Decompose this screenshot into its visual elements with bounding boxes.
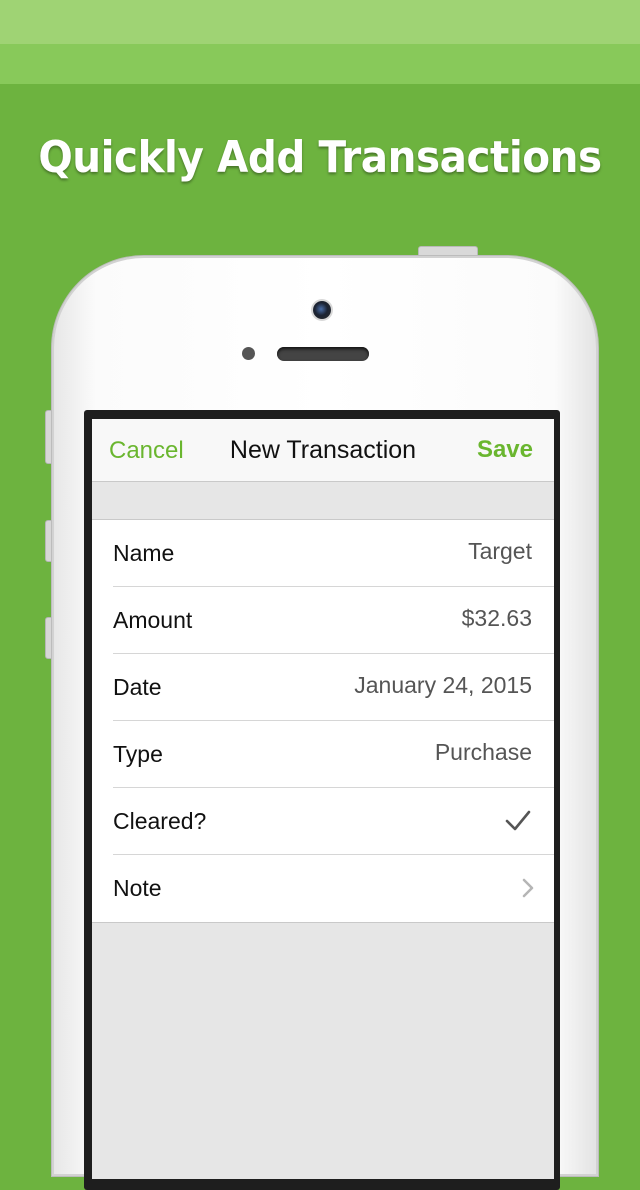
phone-frame: Cancel New Transaction Save Name Target … [52, 256, 598, 1190]
type-row[interactable]: Type Purchase [92, 721, 554, 788]
promo-headline: Quickly Add Transactions [38, 132, 602, 183]
amount-row[interactable]: Amount $32.63 [92, 587, 554, 654]
proximity-sensor [242, 347, 255, 360]
date-value: January 24, 2015 [354, 672, 532, 698]
name-row[interactable]: Name Target [92, 520, 554, 587]
save-button[interactable]: Save [477, 436, 533, 464]
type-label: Type [113, 741, 163, 767]
app-screen: Cancel New Transaction Save Name Target … [92, 419, 554, 1179]
date-label: Date [113, 674, 162, 700]
cleared-row[interactable]: Cleared? [92, 788, 554, 855]
note-label: Note [113, 875, 162, 901]
top-band-lower [0, 44, 640, 84]
earpiece-speaker [277, 347, 369, 361]
camera-icon [313, 301, 331, 319]
date-row[interactable]: Date January 24, 2015 [92, 654, 554, 721]
checkmark-icon [505, 810, 531, 831]
name-value: Target [468, 538, 532, 564]
top-band [0, 0, 640, 44]
amount-label: Amount [113, 607, 193, 633]
amount-value: $32.63 [461, 605, 532, 631]
cleared-label: Cleared? [113, 808, 207, 834]
name-label: Name [113, 540, 175, 566]
type-value: Purchase [434, 739, 532, 765]
chevron-right-icon [522, 878, 534, 898]
cancel-button[interactable]: Cancel [109, 437, 184, 465]
navigation-bar: Cancel New Transaction Save [92, 419, 554, 482]
note-row[interactable]: Note [92, 855, 554, 922]
transaction-form: Name Target Amount $32.63 Date January 2… [92, 519, 554, 923]
